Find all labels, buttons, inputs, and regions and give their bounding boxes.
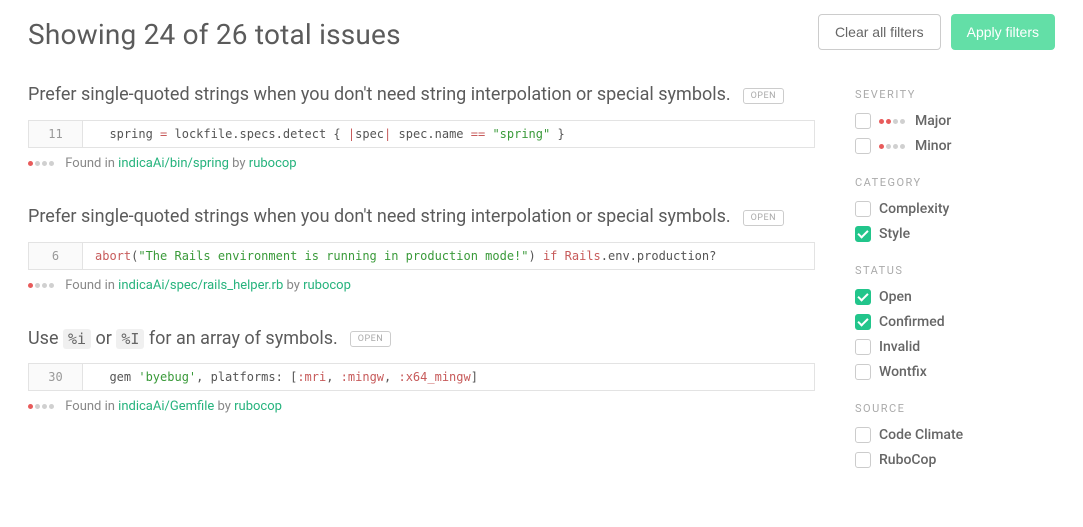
status-badge[interactable]: OPEN: [350, 331, 391, 347]
filter-severity-minor[interactable]: Minor: [855, 138, 1055, 154]
filter-category-complexity[interactable]: Complexity: [855, 201, 1055, 217]
filter-label: Confirmed: [879, 314, 945, 330]
checkbox-icon: [855, 427, 871, 443]
code-snippet: 11 spring = lockfile.specs.detect { |spe…: [28, 120, 815, 148]
status-badge[interactable]: OPEN: [743, 210, 784, 226]
clear-filters-button[interactable]: Clear all filters: [818, 14, 941, 50]
checkbox-icon: [855, 113, 871, 129]
checkbox-checked-icon: [855, 226, 871, 242]
filter-section-source: SOURCE Code Climate RuboCop: [855, 402, 1055, 468]
filter-status-confirmed[interactable]: Confirmed: [855, 314, 1055, 330]
file-link[interactable]: indicaAi/spec/rails_helper.rb: [118, 278, 283, 293]
filter-heading: SOURCE: [855, 402, 1055, 415]
issue-meta: Found in indicaAi/bin/spring by rubocop: [28, 156, 815, 171]
code-inline: %I: [116, 329, 144, 349]
issue-item: Use %i or %I for an array of symbols. OP…: [28, 325, 815, 415]
severity-dots-icon: [879, 144, 905, 149]
checkbox-checked-icon: [855, 289, 871, 305]
file-link[interactable]: indicaAi/bin/spring: [118, 156, 229, 171]
engine-link[interactable]: rubocop: [234, 399, 282, 414]
by-label: by: [214, 399, 234, 414]
code-snippet: 6 abort("The Rails environment is runnin…: [28, 242, 815, 270]
checkbox-icon: [855, 364, 871, 380]
line-number: 11: [29, 121, 83, 147]
engine-link[interactable]: rubocop: [303, 278, 351, 293]
issue-title[interactable]: Prefer single-quoted strings when you do…: [28, 206, 731, 227]
filter-source-codeclimate[interactable]: Code Climate: [855, 427, 1055, 443]
issue-item: Prefer single-quoted strings when you do…: [28, 81, 815, 171]
filter-severity-major[interactable]: Major: [855, 113, 1055, 129]
by-label: by: [229, 156, 249, 171]
issue-meta: Found in indicaAi/spec/rails_helper.rb b…: [28, 278, 815, 293]
code-content: gem 'byebug', platforms: [:mri, :mingw, …: [83, 364, 490, 390]
filter-status-open[interactable]: Open: [855, 289, 1055, 305]
filter-label: Minor: [915, 138, 952, 154]
line-number: 6: [29, 243, 83, 269]
filter-source-rubocop[interactable]: RuboCop: [855, 452, 1055, 468]
filter-label: Code Climate: [879, 427, 963, 443]
severity-dots-icon: [879, 119, 905, 124]
filter-section-category: CATEGORY Complexity Style: [855, 176, 1055, 242]
code-content: abort("The Rails environment is running …: [83, 243, 728, 269]
page-title: Showing 24 of 26 total issues: [28, 18, 401, 51]
line-number: 30: [29, 364, 83, 390]
filter-status-invalid[interactable]: Invalid: [855, 339, 1055, 355]
checkbox-icon: [855, 452, 871, 468]
code-inline: %i: [63, 329, 91, 349]
filter-label: Open: [879, 289, 912, 305]
issue-meta: Found in indicaAi/Gemfile by rubocop: [28, 399, 815, 414]
filter-label: Style: [879, 226, 910, 242]
file-link[interactable]: indicaAi/Gemfile: [118, 399, 214, 414]
filter-section-status: STATUS Open Confirmed Invalid Wontfix: [855, 264, 1055, 380]
filter-label: Invalid: [879, 339, 920, 355]
issue-title[interactable]: Prefer single-quoted strings when you do…: [28, 84, 731, 105]
checkbox-icon: [855, 201, 871, 217]
filter-heading: STATUS: [855, 264, 1055, 277]
filter-status-wontfix[interactable]: Wontfix: [855, 364, 1055, 380]
filter-label: RuboCop: [879, 452, 936, 468]
found-in-label: Found in: [65, 399, 118, 414]
apply-filters-button[interactable]: Apply filters: [951, 14, 1055, 50]
checkbox-checked-icon: [855, 314, 871, 330]
checkbox-icon: [855, 339, 871, 355]
filter-heading: SEVERITY: [855, 88, 1055, 101]
severity-dots-icon: [28, 283, 54, 288]
filter-category-style[interactable]: Style: [855, 226, 1055, 242]
issue-title[interactable]: Use %i or %I for an array of symbols.: [28, 328, 338, 349]
code-content: spring = lockfile.specs.detect { |spec| …: [83, 121, 577, 147]
severity-dots-icon: [28, 404, 54, 409]
severity-dots-icon: [28, 161, 54, 166]
filter-section-severity: SEVERITY Major Minor: [855, 88, 1055, 154]
filter-heading: CATEGORY: [855, 176, 1055, 189]
code-snippet: 30 gem 'byebug', platforms: [:mri, :ming…: [28, 363, 815, 391]
found-in-label: Found in: [65, 156, 118, 171]
filter-label: Complexity: [879, 201, 949, 217]
checkbox-icon: [855, 138, 871, 154]
status-badge[interactable]: OPEN: [743, 88, 784, 104]
engine-link[interactable]: rubocop: [249, 156, 297, 171]
issue-item: Prefer single-quoted strings when you do…: [28, 203, 815, 293]
filter-label: Major: [915, 113, 951, 129]
found-in-label: Found in: [65, 278, 118, 293]
filter-label: Wontfix: [879, 364, 927, 380]
by-label: by: [283, 278, 303, 293]
